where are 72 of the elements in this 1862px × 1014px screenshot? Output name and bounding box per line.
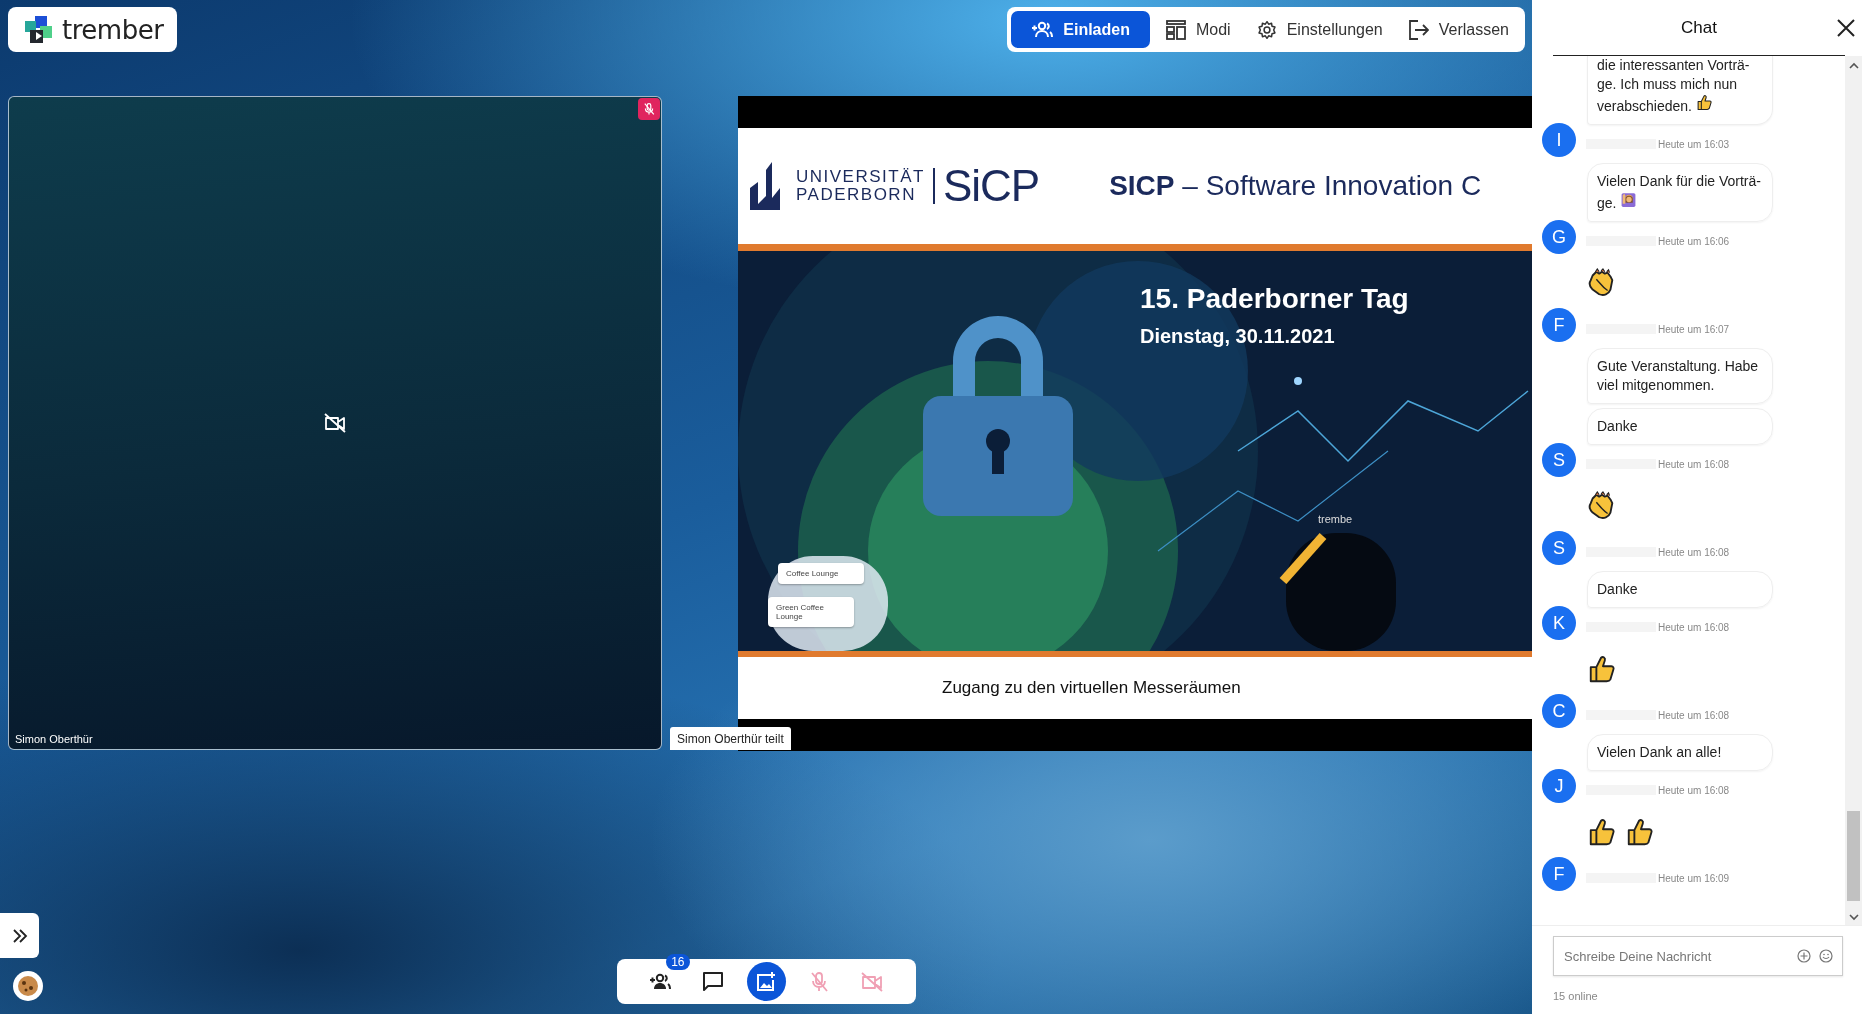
message-bubble: Danke (1587, 408, 1773, 445)
call-control-button[interactable] (746, 962, 786, 1001)
avatar: S (1542, 443, 1576, 477)
message-time: Heute um 16:08 (1658, 784, 1730, 796)
toolbar-button[interactable]: Einstellungen (1246, 11, 1393, 48)
slide-footer-text: Zugang zu den virtuellen Messeräumen (942, 678, 1241, 698)
scroll-thumb[interactable] (1847, 811, 1860, 901)
lounge-card: Green Coffee Lounge (768, 597, 854, 627)
avatar: F (1542, 308, 1576, 342)
message-time: Heute um 16:09 (1658, 872, 1730, 884)
university-name: UNIVERSITÄT (796, 168, 925, 186)
message-bubble: Vielen Dank an alle! (1587, 734, 1773, 771)
scroll-up-icon[interactable] (1848, 62, 1859, 70)
chat-icon (702, 970, 724, 993)
expand-button[interactable] (0, 913, 39, 958)
toolbar-button[interactable]: Verlassen (1398, 11, 1519, 48)
avatar: I (1542, 123, 1576, 157)
smiley-icon[interactable] (1819, 949, 1833, 963)
person-raising-hand-icon (1620, 191, 1638, 208)
message-time: Heute um 16:07 (1658, 323, 1730, 335)
toolbar-button[interactable]: Modi (1155, 11, 1241, 48)
online-count: 15 online (1553, 990, 1599, 1002)
sharing-caption: Simon Oberthür teilt (670, 727, 791, 750)
participants-icon (649, 972, 671, 991)
participant-name: Simon Oberthür (15, 733, 93, 745)
double-chevron-icon (11, 928, 28, 943)
avatar: S (1542, 531, 1576, 565)
microphone-off-icon (809, 970, 829, 993)
app-name: trembe (1318, 513, 1353, 525)
lounge-card: Coffee Lounge (778, 563, 864, 584)
message-time: Heute um 16:03 (1658, 138, 1730, 150)
count-badge: 16 (666, 954, 690, 970)
message-time: Heute um 16:08 (1658, 709, 1730, 721)
message-time: Heute um 16:08 (1658, 546, 1730, 558)
message-time: Heute um 16:06 (1658, 235, 1730, 247)
slide-title: SICP – Software Innovation C (1109, 170, 1482, 202)
add-image-icon (756, 971, 776, 992)
avatar: G (1542, 220, 1576, 254)
sicp-logo: SiCP (942, 161, 1040, 211)
message-bubble: Vielen Dank für die Vorträ-ge. (1587, 163, 1773, 222)
thumbs-up-icon (1625, 817, 1655, 847)
camera-off-icon (860, 971, 884, 992)
close-button[interactable] (1835, 17, 1857, 39)
thumbs-up-icon (1587, 817, 1617, 847)
toolbar-button[interactable]: Einladen (1011, 11, 1150, 48)
trember-logo-icon (24, 14, 54, 45)
settings-icon (1256, 19, 1277, 40)
add-icon[interactable] (1797, 949, 1811, 963)
slide-heading: 15. Paderborner Tag (1140, 283, 1409, 315)
avatar: J (1542, 769, 1576, 803)
chat-title: Chat (1681, 17, 1717, 38)
avatar: F (1542, 857, 1576, 891)
avatar: C (1542, 694, 1576, 728)
layout-icon (1165, 19, 1186, 40)
message-time: Heute um 16:08 (1658, 621, 1730, 633)
thumbs-up-icon (1695, 94, 1713, 111)
message-time: Heute um 16:08 (1658, 458, 1730, 470)
microphone-off-icon (643, 102, 655, 116)
message-input[interactable]: Schreibe Deine Nachricht (1553, 936, 1843, 976)
cookie-icon[interactable] (13, 971, 43, 1001)
avatar: K (1542, 606, 1576, 640)
university-name: PADERBORN (796, 186, 917, 204)
add-people-icon (1031, 20, 1054, 39)
message-bubble: Gute Veranstaltung. Habe viel mitgenommen. (1587, 348, 1773, 404)
scroll-down-icon[interactable] (1848, 913, 1859, 921)
message-bubble: Danke (1587, 571, 1773, 608)
exit-icon (1408, 19, 1429, 40)
slide-date: Dienstag, 30.11.2021 (1140, 325, 1335, 348)
message-bubble: die interessanten Vorträ-ge. Ich muss mich nun verabschieden. (1587, 56, 1773, 125)
scrollbar[interactable] (1845, 56, 1862, 925)
app-name: trember (62, 14, 164, 45)
thumbs-up-icon (1587, 654, 1617, 684)
